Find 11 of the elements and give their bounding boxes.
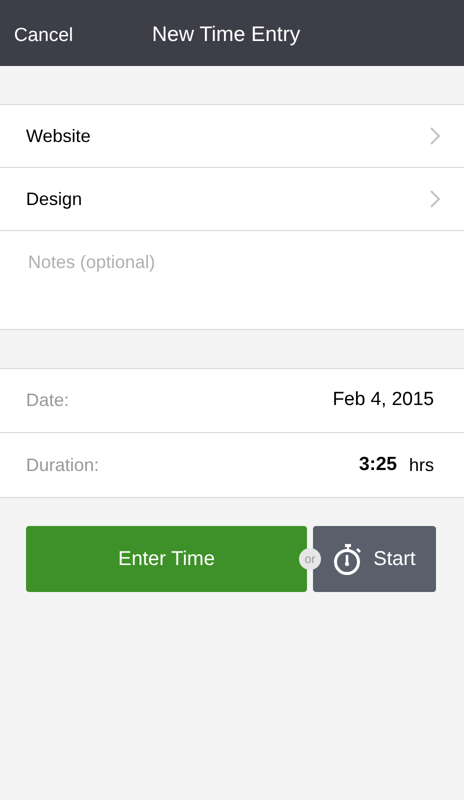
chevron-icon xyxy=(430,127,440,145)
chevron-icon xyxy=(430,190,440,208)
start-button[interactable]: Start xyxy=(313,526,436,592)
selector-row[interactable]: Website xyxy=(0,105,464,168)
stopwatch-icon xyxy=(333,543,364,575)
window-title: New Time Entry xyxy=(152,22,300,48)
selector-row[interactable]: Design xyxy=(0,168,464,231)
field-row[interactable]: Duration: 3:25 hrs xyxy=(0,433,464,497)
cancel-button[interactable]: Cancel xyxy=(14,22,74,50)
notes-field[interactable]: Notes (optional) xyxy=(0,231,464,330)
field-row[interactable]: Date: Feb 4, 2015 xyxy=(0,369,464,433)
